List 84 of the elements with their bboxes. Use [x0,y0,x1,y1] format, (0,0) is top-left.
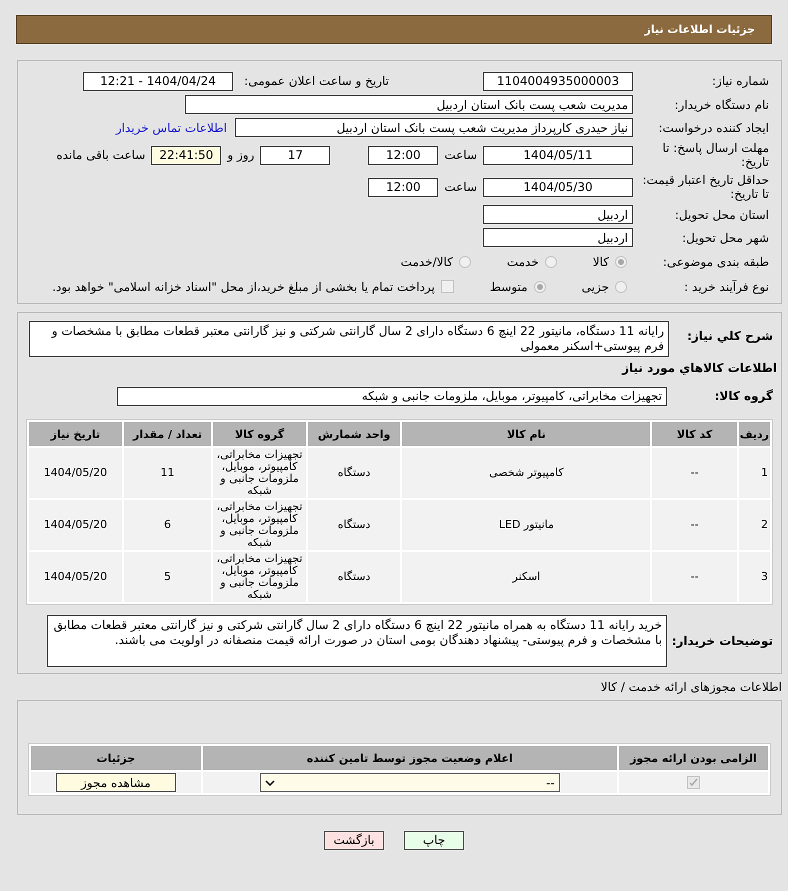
field-label: ایجاد کننده درخواست: [657,120,770,134]
province-field: اردبیل [483,205,633,224]
field-label: نام دستگاه خریدار: [674,98,770,112]
field-label: توضیحات خریدار: [672,634,773,648]
column-header: واحد شمارش [308,422,400,446]
column-header: کد کالا [652,422,737,446]
goods-group-field: تجهیزات مخابراتی، کامپیوتر، موبایل، ملزومات جانبی و شبکه [117,386,667,406]
table-cell: 3 [738,552,770,602]
time-label: ساعت [444,148,477,162]
table-cell: -- [652,448,737,498]
contact-link[interactable]: اطلاعات تماس خریدار [116,120,227,134]
section-title: اطلاعات مجوزهای ارائه خدمت / کالا [600,680,782,694]
table-cell: -- [652,552,737,602]
radio-label: متوسط [490,280,528,294]
table-cell: 6 [124,500,212,550]
table-cell: دستگاه [308,552,400,602]
table-cell: 2 [738,500,770,550]
radio-label: کالا [592,254,609,268]
radio-button[interactable] [615,256,627,268]
table-cell: دستگاه [308,448,400,498]
back-button[interactable]: بازگشت [324,830,384,850]
table-cell: اسکنر [402,552,650,602]
table-cell: تجهیزات مخابراتی، کامپیوتر، موبایل، ملزومات جانبی و شبکه [213,500,306,550]
column-header: الزامی بودن ارائه مجوز [618,746,768,770]
radio-button[interactable] [534,280,546,292]
column-header: جزئیات [31,746,201,770]
remaining-label: ساعت باقی مانده [56,148,146,162]
print-button[interactable]: چاپ [404,830,464,850]
days-field: 17 [260,146,330,164]
field-label: شرح کلي نياز: [687,329,773,343]
field-label: شهر محل تحویل: [681,230,770,244]
table-cell: مانیتور LED [402,500,650,550]
validity-date-field: 1404/05/30 [483,178,633,196]
remaining-time-field: 22:41:50 [151,146,222,164]
field-label: استان محل تحویل: [674,208,770,222]
field-label: مهلت ارسال پاسخ: تا تاریخ: [661,141,770,169]
buyer-field: مدیریت شعب پست بانک استان اردبیل [185,95,633,114]
radio-button[interactable] [458,256,471,268]
field-label: طبقه بندی موضوعی: [662,254,770,268]
column-header: ردیف [738,422,770,446]
status-select[interactable]: -- [260,773,560,792]
checkbox[interactable] [440,280,454,293]
table-cell: 5 [124,552,212,602]
requester-field: نیاز حیدری کارپرداز مدیریت شعب پست بانک استان اردبیل [235,118,633,137]
need-number-field: 1104004935000003 [483,72,633,90]
field-label: تاریخ و ساعت اعلان عمومی: [243,74,390,88]
table-cell: تجهیزات مخابراتی، کامپیوتر، موبایل، ملزومات جانبی و شبکه [213,552,306,602]
table-cell: 1404/05/20 [29,448,122,498]
announce-date-field: 1404/04/24 - 12:21 [83,72,233,90]
radio-label: کالا/خدمت [400,254,453,268]
radio-label: جزیی [582,280,609,294]
table-cell: کامپیوتر شخصی [402,448,650,498]
radio-label: خدمت [506,254,539,268]
table-cell: دستگاه [308,500,400,550]
column-header: تعداد / مقدار [124,422,212,446]
treasury-text: پرداخت تمام یا بخشی از مبلغ خرید،از محل "اسناد خزانه اسلامی" خواهد بود. [52,280,435,294]
city-field: اردبیل [483,228,633,247]
column-header: اعلام وضعیت مجوز توسط تامین کننده [202,746,617,770]
section-title: اطلاعات کالاهاي مورد نياز [622,361,777,375]
column-header: گروه کالا [213,422,306,446]
header-title: جزئیات اطلاعات نیاز [644,23,755,36]
table-cell: 1404/05/20 [29,552,122,602]
deadline-date-field: 1404/05/11 [483,146,633,164]
days-label: روز و [227,148,254,162]
radio-button[interactable] [544,256,557,268]
column-header: نام کالا [402,422,650,446]
table-cell: تجهیزات مخابراتی، کامپیوتر، موبایل، ملزومات جانبی و شبکه [213,448,306,498]
view-permit-button[interactable]: مشاهده مجوز [56,773,176,792]
description-field: رایانه 11 دستگاه، مانیتور 22 اینچ 6 دستگاه دارای 2 سال گارانتی شرکتی و نیز گارانتی معتبر قطعات مطابق با مشخصات و فرم پیوستی+اسکنر معمولی [29,321,669,357]
table-cell: -- [652,500,737,550]
time-label: ساعت [444,180,477,194]
column-header: تاریخ نیاز [29,422,122,446]
buyer-notes-field: خرید رایانه 11 دستگاه به همراه مانیتور 22 اینچ 6 دستگاه دارای 2 سال گارانتی شرکتی و نیز گارانتی معتبر قطعات مطابق با مشخصات و فرم پیوستی- پیشنهاد دهندگان بومی استان در صورت ارائه قیمت منصفانه در اولویت می باشند. [47,615,667,667]
radio-button[interactable] [615,280,627,292]
validity-time-field: 12:00 [368,178,438,196]
chevron-down-icon [264,780,275,786]
field-label: نوع فرآیند خرید : [683,280,770,294]
field-label: گروه کالا: [714,389,773,403]
field-label: شماره نیاز: [711,74,770,88]
table-cell: 1404/05/20 [29,500,122,550]
table-cell: 11 [124,448,212,498]
field-label: حداقل تاریخ اعتبار قیمت: تا تاریخ: [641,173,770,201]
table-cell: 1 [738,448,770,498]
deadline-time-field: 12:00 [368,146,438,164]
